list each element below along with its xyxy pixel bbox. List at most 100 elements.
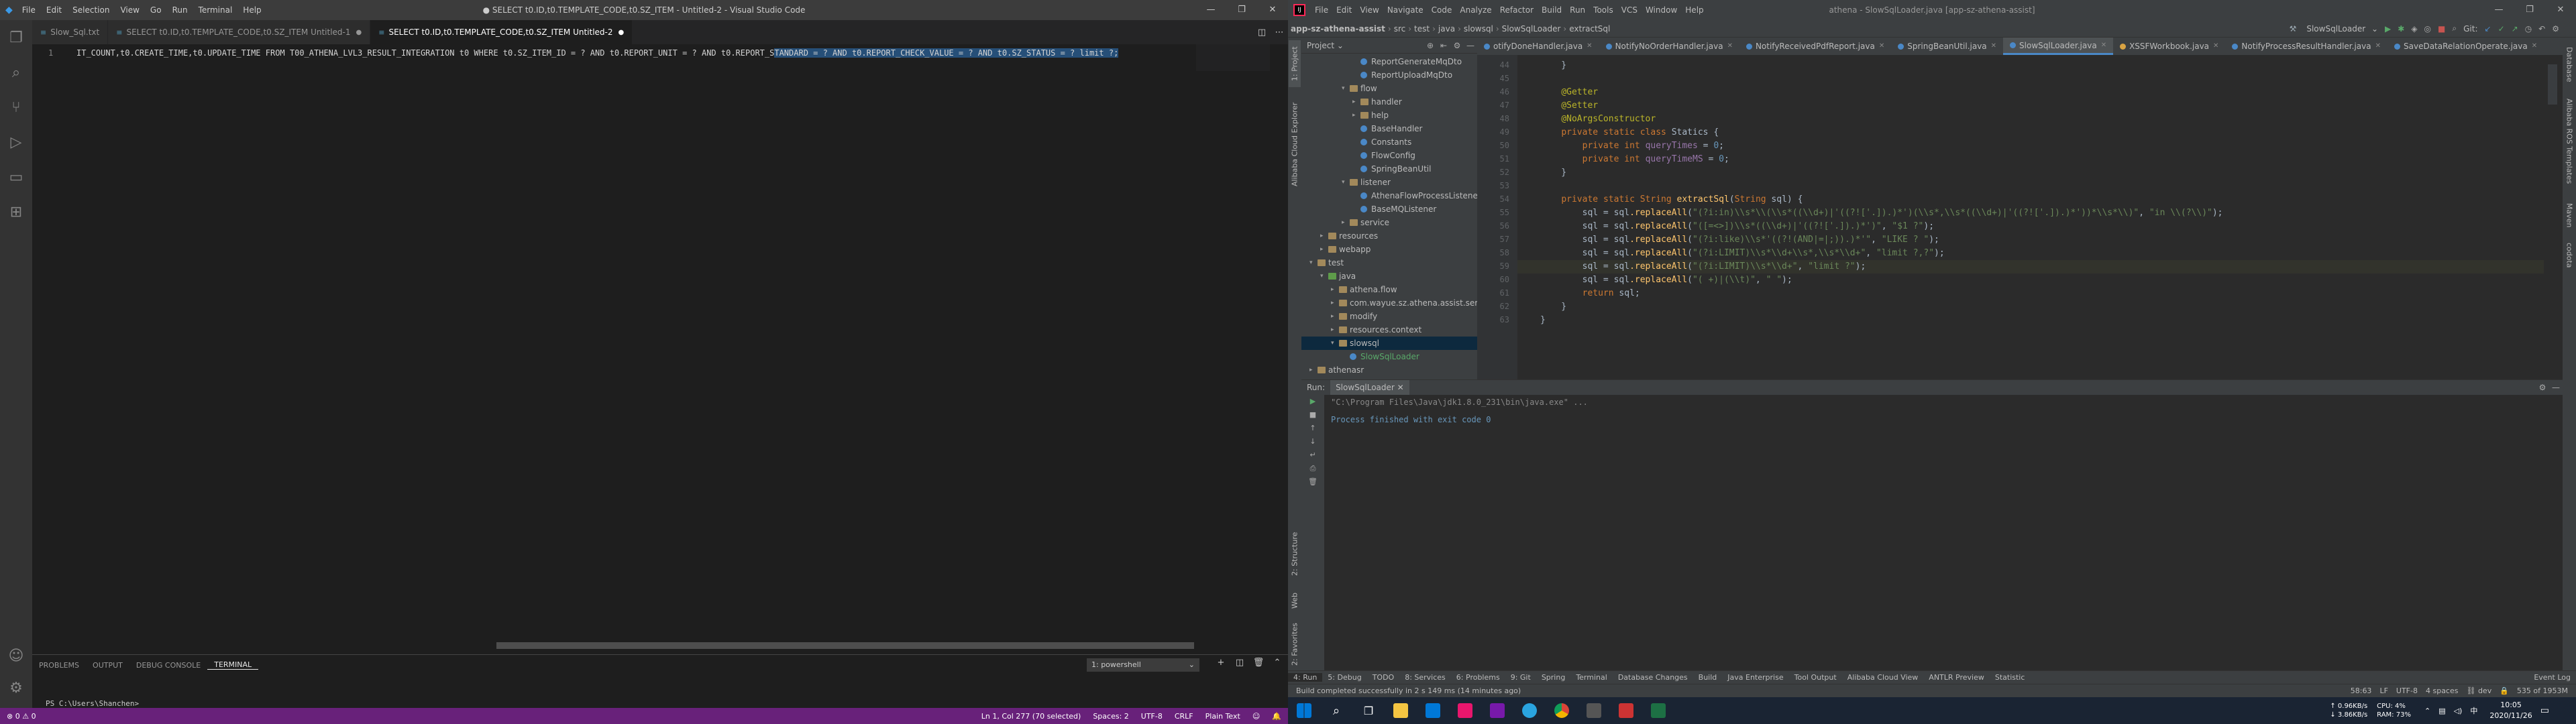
close-tab-icon[interactable]: ✕	[2101, 38, 2106, 54]
onenote-icon[interactable]	[1481, 697, 1513, 724]
tree-item[interactable]: ▸ modify	[1301, 310, 1477, 323]
editor-tab[interactable]: NotifyReceivedPdfReport.java ✕	[1739, 38, 1891, 55]
run-debug-icon[interactable]: ▷	[0, 125, 32, 160]
tab-problems[interactable]: PROBLEMS	[32, 661, 86, 670]
menu-item-edit[interactable]: Edit	[1332, 5, 1356, 15]
menu-item-terminal[interactable]: Terminal	[193, 5, 238, 15]
terminal-prompt[interactable]: PS C:\Users\Shanchen>	[46, 699, 139, 708]
scroll-down-icon[interactable]: ↓	[1301, 435, 1324, 448]
menu-item-vcs[interactable]: VCS	[1617, 5, 1642, 15]
remote-explorer-icon[interactable]: ▭	[0, 160, 32, 194]
breadcrumb-item[interactable]: extractSql	[1566, 24, 1613, 34]
stop-icon[interactable]: ■	[2434, 24, 2449, 34]
bottom-tool-tab[interactable]: 9: Git	[1505, 673, 1536, 682]
status-item[interactable]: 🔔	[1272, 712, 1281, 721]
vscode-taskbar-icon[interactable]	[1417, 697, 1449, 724]
collapse-all-icon[interactable]: ⇤	[1437, 41, 1450, 50]
bottom-tool-tab[interactable]: ANTLR Preview	[1923, 673, 1990, 682]
minimap[interactable]	[1196, 44, 1270, 71]
tree-item[interactable]: ▾ flow	[1301, 82, 1477, 95]
stop-icon[interactable]: ■	[1301, 408, 1324, 422]
maximize-icon[interactable]: ❐	[1226, 0, 1257, 20]
explorer-icon[interactable]: ❐	[0, 20, 32, 55]
tree-item[interactable]: SlowSqlLoader	[1301, 350, 1477, 363]
tree-item[interactable]: BaseMQListener	[1301, 202, 1477, 216]
menu-item-file[interactable]: File	[17, 5, 41, 15]
tree-item[interactable]: ▾ test	[1301, 256, 1477, 269]
close-tab-icon[interactable]: ✕	[2375, 38, 2381, 55]
menu-item-edit[interactable]: Edit	[41, 5, 67, 15]
chevron-down-icon[interactable]: ▾	[1342, 82, 1345, 95]
git-push-icon[interactable]: ↗	[2508, 24, 2522, 34]
chevron-down-icon[interactable]: ▾	[1331, 337, 1334, 350]
account-icon[interactable]: ☺	[0, 638, 32, 673]
codota-tool-tab[interactable]: codota	[2563, 239, 2575, 272]
tab-terminal[interactable]: TERMINAL	[207, 660, 259, 670]
project-tool-tab[interactable]: 1: Project	[1289, 40, 1301, 87]
excel-icon[interactable]	[1642, 697, 1674, 724]
chevron-right-icon[interactable]: ▸	[1352, 95, 1356, 109]
status-item[interactable]: CRLF	[1175, 712, 1193, 721]
menu-item-build[interactable]: Build	[1538, 5, 1566, 15]
close-tab-icon[interactable]: ✕	[1879, 38, 1884, 55]
tab-untitled-1[interactable]: ≡ SELECT t0.ID,t0.TEMPLATE_CODE,t0.SZ_ITE…	[108, 20, 371, 44]
tree-item[interactable]: AthenaFlowProcessListener	[1301, 189, 1477, 202]
search-icon[interactable]: ⌕	[0, 55, 32, 90]
split-editor-icon[interactable]: ◫	[1253, 27, 1271, 38]
status-item[interactable]: Plain Text	[1205, 712, 1240, 721]
editor-tab[interactable]: XSSFWorkbook.java ✕	[2113, 38, 2225, 55]
breadcrumb-item[interactable]: java	[1436, 24, 1458, 34]
chevron-right-icon[interactable]: ▸	[1320, 229, 1324, 243]
history-icon[interactable]: ◷	[2522, 24, 2535, 34]
editor-tab[interactable]: SaveDataRelationOperate.java ✕	[2387, 38, 2544, 55]
status-item[interactable]: LF	[2379, 686, 2387, 695]
code-line[interactable]: IT_COUNT,t0.CREATE_TIME,t0.UPDATE_TIME F…	[76, 48, 1119, 58]
tree-item[interactable]: ▸ help	[1301, 109, 1477, 122]
tab-untitled-2[interactable]: ≡ SELECT t0.ID,t0.TEMPLATE_CODE,t0.SZ_ITE…	[370, 20, 633, 44]
start-icon[interactable]	[1288, 697, 1320, 724]
git-update-icon[interactable]: ↙	[2481, 24, 2495, 34]
maximize-panel-icon[interactable]: ⌃	[1268, 658, 1287, 668]
clock[interactable]: 10:05 2020/11/26	[2489, 700, 2532, 721]
edge-icon[interactable]	[1513, 697, 1546, 724]
breadcrumb-item[interactable]: slowsql	[1461, 24, 1496, 34]
volume-icon[interactable]: ◁)	[2454, 707, 2463, 715]
kill-terminal-icon[interactable]: 🗑	[1249, 658, 1268, 668]
run-output[interactable]: "C:\Program Files\Java\jdk1.8.0_231\bin\…	[1331, 398, 1588, 424]
status-item[interactable]: 535 of 1953M	[2517, 686, 2568, 695]
editor-tab[interactable]: SlowSqlLoader.java ✕	[2003, 38, 2114, 55]
favorites-tool-tab[interactable]: 2: Favorites	[1289, 621, 1301, 668]
chevron-down-icon[interactable]: ▾	[1320, 269, 1324, 283]
menu-item-refactor[interactable]: Refactor	[1496, 5, 1538, 15]
debug-icon[interactable]: ✱	[2394, 24, 2408, 34]
extensions-icon[interactable]: ⊞	[0, 194, 32, 229]
maximize-icon[interactable]: ❐	[2514, 0, 2545, 20]
tree-item[interactable]: ▸ athena.flow	[1301, 283, 1477, 296]
tree-item[interactable]: ▸ com.wayue.sz.athena.assist.service.imp	[1301, 296, 1477, 310]
menu-item-analyze[interactable]: Analyze	[1456, 5, 1495, 15]
chevron-right-icon[interactable]: ▸	[1342, 216, 1345, 229]
bottom-tool-tab[interactable]: 5: Debug	[1322, 673, 1366, 682]
status-message[interactable]: Build completed successfully in 2 s 149 …	[1288, 686, 1521, 695]
chevron-right-icon[interactable]: ▸	[1331, 296, 1334, 310]
rollback-icon[interactable]: ↶	[2535, 24, 2548, 34]
settings-icon[interactable]: ⚙	[2548, 24, 2563, 34]
tree-item[interactable]: ▸ athenasr	[1301, 363, 1477, 377]
tree-item[interactable]: ▸ service	[1301, 216, 1477, 229]
close-tab-icon[interactable]: ✕	[2532, 38, 2537, 55]
bottom-tool-tab[interactable]: Java Enterprise	[1722, 673, 1788, 682]
task-view-icon[interactable]: ❐	[1352, 697, 1385, 724]
close-tab-icon[interactable]: ✕	[1991, 38, 1996, 55]
editor-tab[interactable]: SpringBeanUtil.java ✕	[1891, 38, 2003, 55]
close-icon[interactable]: ✕	[1257, 0, 1288, 20]
project-view-select[interactable]: Project ⌄	[1307, 41, 1344, 50]
editor-tab[interactable]: NotifyNoOrderHandler.java ✕	[1599, 38, 1739, 55]
cloud-explorer-tool-tab[interactable]: Alibaba Cloud Explorer	[1289, 94, 1301, 194]
breadcrumb-item[interactable]: src	[1391, 24, 1409, 34]
problems-count[interactable]: ⊗ 0 ⚠ 0	[7, 712, 36, 721]
delete-icon[interactable]: 🗑	[1301, 475, 1324, 489]
tree-item[interactable]: ▾ java	[1301, 269, 1477, 283]
editor-area[interactable]: 1 IT_COUNT,t0.CREATE_TIME,t0.UPDATE_TIME…	[32, 44, 1288, 648]
bottom-tool-tab[interactable]: 4: Run	[1288, 673, 1323, 682]
split-terminal-icon[interactable]: ◫	[1230, 658, 1249, 668]
